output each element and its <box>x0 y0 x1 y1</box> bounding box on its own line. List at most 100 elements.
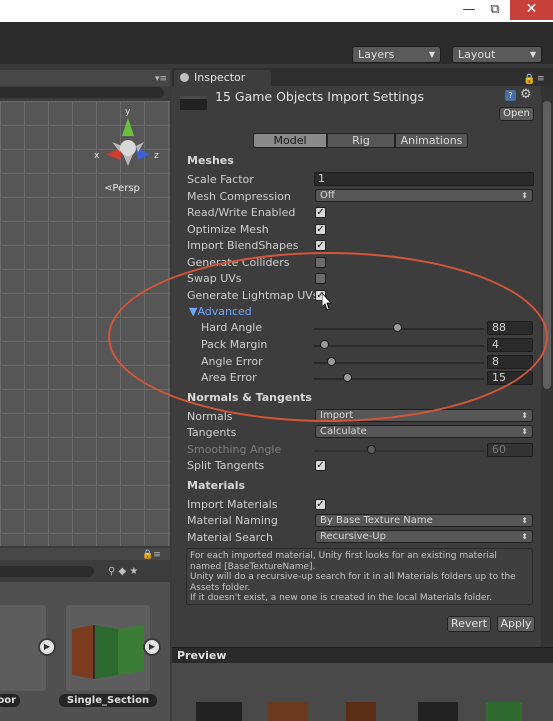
mesh-compression-label: Mesh Compression <box>187 190 291 203</box>
layout-dropdown[interactable]: Layout ▼ <box>452 46 542 63</box>
import-settings-title: 15 Game Objects Import Settings <box>215 89 424 104</box>
asset-thumbnail[interactable] <box>66 605 150 691</box>
panel-menu-icon[interactable]: ▾≡ <box>155 74 167 84</box>
read-write-label: Read/Write Enabled <box>187 206 296 219</box>
lock-icon[interactable]: 🔒≡ <box>142 550 161 560</box>
import-blendshapes-label: Import BlendShapes <box>187 239 299 252</box>
swap-uvs-checkbox[interactable]: ✓ <box>315 273 326 284</box>
panel-menu-icon[interactable]: ≡ <box>537 74 545 84</box>
filter-icon[interactable]: ⚲ ◆ ★ <box>108 566 138 577</box>
meshes-heading: Meshes <box>187 154 234 167</box>
model-asset-icon <box>180 96 207 110</box>
smoothing-angle-slider-knob <box>367 445 376 454</box>
normals-tangents-heading: Normals & Tangents <box>187 391 312 404</box>
material-search-label: Material Search <box>187 531 273 544</box>
mesh-compression-dropdown[interactable]: Off ⬍ <box>315 189 533 202</box>
hard-angle-field[interactable]: 88 <box>487 321 533 335</box>
preview-object <box>346 702 376 721</box>
pack-margin-slider-knob[interactable] <box>320 340 329 349</box>
material-help-box: For each imported material, Unity first … <box>186 548 533 605</box>
generate-colliders-checkbox[interactable]: ✓ <box>315 257 326 268</box>
pack-margin-label: Pack Margin <box>201 338 268 351</box>
area-error-field[interactable]: 15 <box>487 371 533 385</box>
pack-margin-field[interactable]: 4 <box>487 338 533 352</box>
smoothing-angle-label: Smoothing Angle <box>187 443 282 456</box>
chevron-updown-icon: ⬍ <box>521 191 528 200</box>
axis-x-label: x <box>94 151 100 161</box>
material-search-dropdown[interactable]: Recursive-Up ⬍ <box>315 530 533 543</box>
play-icon[interactable]: ▶ <box>38 638 56 656</box>
preview-header[interactable] <box>172 647 553 663</box>
layout-dropdown-label: Layout <box>458 48 496 61</box>
perspective-label[interactable]: ⋖Persp <box>104 183 140 194</box>
help-book-icon[interactable]: ? <box>505 90 516 101</box>
axis-z-label: z <box>154 151 159 161</box>
open-button[interactable]: Open <box>499 107 534 121</box>
import-materials-label: Import Materials <box>187 498 278 511</box>
tab-inspector[interactable]: Inspector <box>174 70 271 86</box>
material-naming-dropdown[interactable]: By Base Texture Name ⬍ <box>315 514 533 527</box>
preview-title: Preview <box>177 649 227 662</box>
lock-icon[interactable]: 🔒 <box>523 74 535 85</box>
optimize-mesh-checkbox[interactable]: ✓ <box>315 224 326 235</box>
material-naming-label: Material Naming <box>187 514 278 527</box>
asset-label[interactable]: Single_Section <box>59 694 157 707</box>
normals-label: Normals <box>187 410 233 423</box>
orientation-gizmo-icon[interactable]: y x z <box>92 104 164 178</box>
import-blendshapes-checkbox[interactable]: ✓ <box>315 240 326 251</box>
split-tangents-checkbox[interactable]: ✓ <box>315 460 326 471</box>
pack-margin-slider[interactable] <box>314 345 484 347</box>
normals-dropdown[interactable]: Import ⬍ <box>315 409 533 422</box>
tab-inspector-label: Inspector <box>194 71 246 84</box>
tab-animations[interactable]: Animations <box>395 133 468 148</box>
normals-value: Import <box>320 410 354 421</box>
gear-icon[interactable]: ⚙ <box>520 87 532 102</box>
project-search-field[interactable] <box>0 566 94 577</box>
smoothing-angle-slider <box>314 450 484 452</box>
generate-lightmap-label: Generate Lightmap UVs <box>187 289 319 302</box>
asset-label[interactable]: oor <box>0 694 20 707</box>
scene-search-field[interactable] <box>0 87 164 98</box>
generate-colliders-label: Generate Colliders <box>187 256 290 269</box>
tab-rig[interactable]: Rig <box>327 133 395 148</box>
material-naming-value: By Base Texture Name <box>320 515 433 526</box>
layers-dropdown[interactable]: Layers ▼ <box>352 46 441 63</box>
scale-factor-field[interactable]: 1 <box>314 172 534 186</box>
minimize-button[interactable]: — <box>456 0 482 20</box>
chevron-updown-icon: ⬍ <box>521 532 528 541</box>
read-write-checkbox[interactable]: ✓ <box>315 207 326 218</box>
help-text-line: If it doesn't exist, a new one is create… <box>190 593 493 603</box>
preview-object <box>268 702 308 721</box>
preview-object <box>418 702 458 721</box>
help-text-line: Unity will do a recursive-up search for … <box>190 572 516 593</box>
advanced-foldout[interactable]: ▼Advanced <box>189 305 252 318</box>
close-button[interactable]: ✕ <box>510 0 553 20</box>
maximize-button[interactable]: ⧉ <box>482 0 508 20</box>
area-error-slider[interactable] <box>314 378 484 380</box>
tangents-value: Calculate <box>320 426 367 437</box>
import-materials-checkbox[interactable]: ✓ <box>315 499 326 510</box>
material-search-value: Recursive-Up <box>320 531 386 542</box>
prefab-preview-icon <box>72 625 144 679</box>
smoothing-angle-field: 60 <box>487 443 533 457</box>
chevron-updown-icon: ⬍ <box>521 411 528 420</box>
angle-error-field[interactable]: 8 <box>487 355 533 369</box>
mouse-cursor-icon <box>322 293 332 311</box>
chevron-down-icon: ▼ <box>529 50 536 59</box>
area-error-label: Area Error <box>201 371 257 384</box>
play-icon[interactable]: ▶ <box>143 638 161 656</box>
hard-angle-slider-knob[interactable] <box>393 323 402 332</box>
revert-button[interactable]: Revert <box>447 616 491 632</box>
tangents-dropdown[interactable]: Calculate ⬍ <box>315 425 533 438</box>
scene-tab-bar <box>0 70 170 86</box>
info-icon <box>180 73 189 82</box>
apply-button[interactable]: Apply <box>497 616 535 632</box>
angle-error-slider[interactable] <box>314 362 484 364</box>
tab-model[interactable]: Model <box>253 133 327 148</box>
angle-error-slider-knob[interactable] <box>327 357 336 366</box>
scale-factor-label: Scale Factor <box>187 173 254 186</box>
scrollbar-thumb[interactable] <box>543 101 551 389</box>
angle-error-label: Angle Error <box>201 355 263 368</box>
area-error-slider-knob[interactable] <box>343 373 352 382</box>
help-text-line: For each imported material, Unity first … <box>190 551 497 572</box>
